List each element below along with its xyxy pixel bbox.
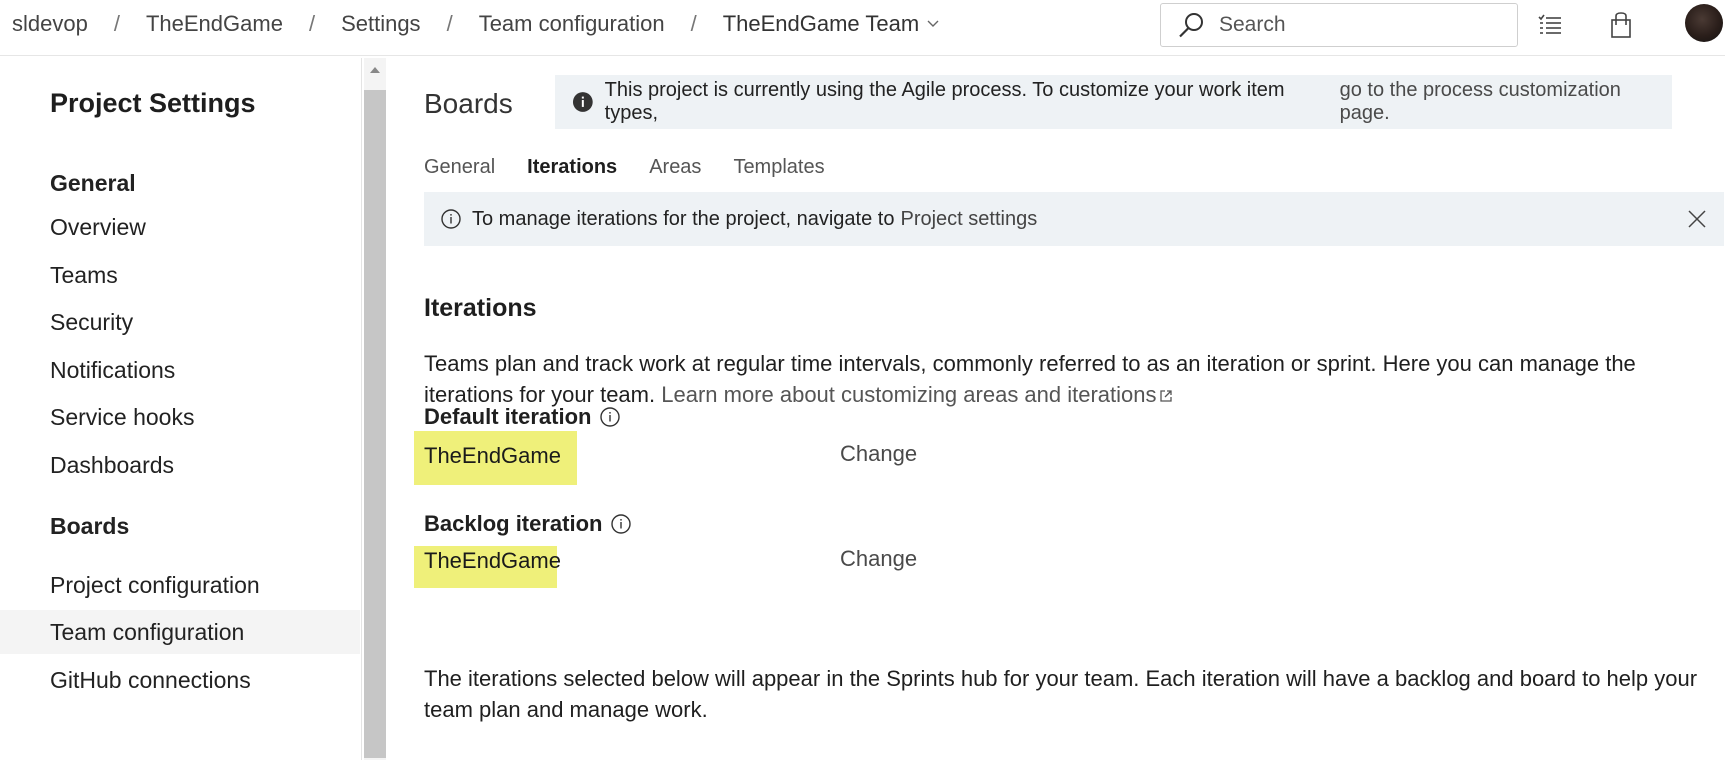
sidebar-item-teams[interactable]: Teams xyxy=(0,253,360,297)
change-backlog-iteration-button[interactable]: Change xyxy=(840,546,917,572)
breadcrumb-separator: / xyxy=(308,11,316,36)
info-icon xyxy=(572,92,593,112)
list-icon[interactable] xyxy=(1535,10,1565,40)
sidebar-item-github-connections[interactable]: GitHub connections xyxy=(0,658,360,702)
process-info-banner: This project is currently using the Agil… xyxy=(555,75,1672,129)
scrollbar-thumb[interactable] xyxy=(364,90,386,758)
sidebar-item-security[interactable]: Security xyxy=(0,300,360,344)
chevron-down-icon xyxy=(927,20,939,27)
search-icon xyxy=(1179,13,1203,38)
manage-banner-text: To manage iterations for the project, na… xyxy=(472,207,895,230)
manage-iterations-banner: To manage iterations for the project, na… xyxy=(424,192,1724,246)
learn-more-link[interactable]: Learn more about customizing areas and i… xyxy=(661,382,1172,407)
main-content: Boards This project is currently using t… xyxy=(392,58,1725,760)
default-iteration-label: Default iteration xyxy=(424,404,621,430)
search-box[interactable] xyxy=(1160,3,1518,47)
sidebar: Project Settings General Overview Teams … xyxy=(0,58,362,760)
sidebar-title: Project Settings xyxy=(50,88,256,118)
external-link-icon xyxy=(1159,390,1172,402)
learn-more-text: Learn more about customizing areas and i… xyxy=(661,382,1157,407)
page-title: Boards xyxy=(424,88,513,119)
default-iteration-label-text: Default iteration xyxy=(424,404,592,429)
tab-general[interactable]: General xyxy=(424,156,495,179)
backlog-iteration-value: TheEndGame xyxy=(424,548,561,573)
sidebar-scrollbar[interactable] xyxy=(364,58,386,760)
breadcrumb-project[interactable]: TheEndGame xyxy=(146,11,283,37)
sidebar-item-service-hooks[interactable]: Service hooks xyxy=(0,395,360,439)
team-selector[interactable]: TheEndGame Team xyxy=(723,11,939,37)
breadcrumb-team-configuration[interactable]: Team configuration xyxy=(479,11,665,37)
tab-areas[interactable]: Areas xyxy=(649,156,701,179)
team-selector-label: TheEndGame Team xyxy=(722,11,920,36)
shopping-bag-icon[interactable] xyxy=(1606,10,1636,40)
close-icon[interactable] xyxy=(1686,208,1708,230)
tab-bar: General Iterations Areas Templates xyxy=(424,156,857,179)
breadcrumb-settings[interactable]: Settings xyxy=(341,11,421,37)
change-default-iteration-button[interactable]: Change xyxy=(840,441,917,467)
info-icon[interactable] xyxy=(599,406,621,428)
top-bar: sldevop / TheEndGame / Settings / Team c… xyxy=(0,0,1725,56)
sidebar-item-dashboards[interactable]: Dashboards xyxy=(0,443,360,487)
backlog-iteration-label-text: Backlog iteration xyxy=(424,511,603,536)
backlog-iteration-label: Backlog iteration xyxy=(424,511,632,537)
breadcrumb-organization[interactable]: sldevop xyxy=(12,11,88,37)
scroll-up-arrow-icon[interactable] xyxy=(369,66,381,74)
info-icon[interactable] xyxy=(610,513,632,535)
tab-iterations[interactable]: Iterations xyxy=(527,156,617,179)
sprints-hub-description: The iterations selected below will appea… xyxy=(424,666,1698,722)
process-banner-text: This project is currently using the Agil… xyxy=(604,79,1285,124)
sidebar-section-general: General xyxy=(50,170,136,196)
sidebar-item-notifications[interactable]: Notifications xyxy=(0,348,360,392)
sidebar-item-project-configuration[interactable]: Project configuration xyxy=(0,563,360,607)
project-settings-link[interactable]: Project settings xyxy=(900,208,1037,231)
breadcrumb-separator: / xyxy=(113,11,120,36)
breadcrumb-separator: / xyxy=(446,11,453,36)
iterations-description: Teams plan and track work at regular tim… xyxy=(424,348,1714,410)
sidebar-item-team-configuration[interactable]: Team configuration xyxy=(0,610,360,654)
process-customization-link[interactable]: go to the process customization page. xyxy=(1340,79,1672,125)
sidebar-item-overview[interactable]: Overview xyxy=(0,205,360,249)
iterations-heading: Iterations xyxy=(424,294,537,322)
default-iteration-value: TheEndGame xyxy=(424,443,561,468)
breadcrumb-separator: / xyxy=(690,11,697,36)
tab-templates[interactable]: Templates xyxy=(733,156,824,179)
search-input[interactable] xyxy=(1219,13,1479,37)
sidebar-section-boards: Boards xyxy=(50,513,130,539)
breadcrumb: sldevop / TheEndGame / Settings / Team c… xyxy=(12,0,939,48)
info-icon xyxy=(441,209,461,229)
avatar[interactable] xyxy=(1685,4,1723,42)
